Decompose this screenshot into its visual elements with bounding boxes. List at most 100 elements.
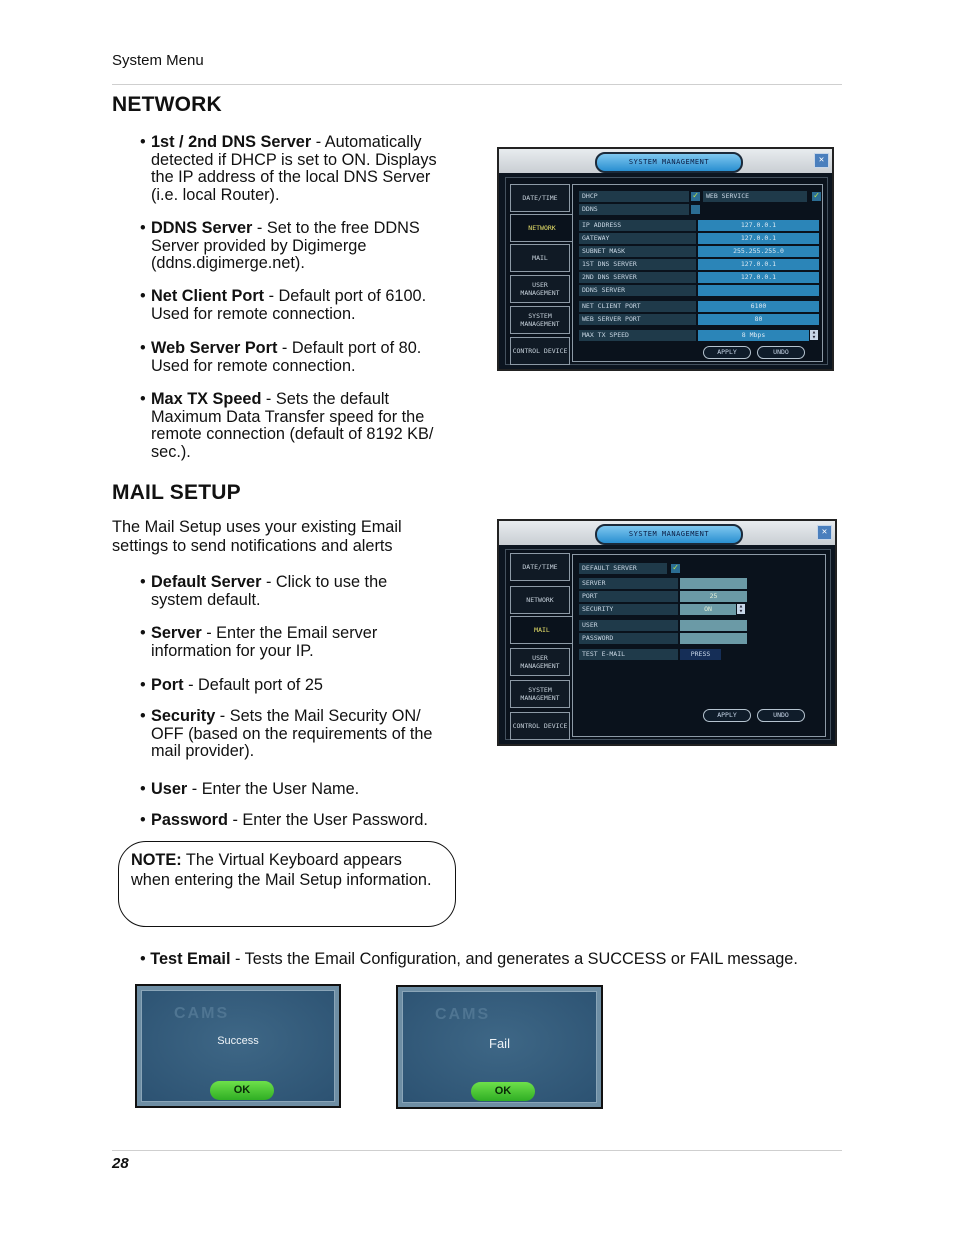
tab-network[interactable]: NETWORK bbox=[510, 214, 573, 242]
field-row: SERVER bbox=[579, 578, 747, 589]
field-row: NET CLIENT PORT 6100 bbox=[579, 301, 819, 312]
ip-address-field[interactable]: 127.0.0.1 bbox=[698, 220, 819, 231]
spinner-icon[interactable]: ▴ ▾ bbox=[737, 603, 745, 615]
net-client-port-field[interactable]: 6100 bbox=[698, 301, 819, 312]
password-field[interactable] bbox=[680, 633, 747, 644]
ddns-label: DDNS bbox=[579, 204, 689, 215]
settings-body: DATE/TIME NETWORK MAIL USER MANAGEMENT S… bbox=[505, 549, 831, 740]
dhcp-checkbox[interactable]: ✓ bbox=[691, 192, 700, 201]
security-field[interactable]: ON bbox=[680, 604, 736, 615]
fail-message: Fail bbox=[489, 1036, 510, 1051]
server-field[interactable] bbox=[680, 578, 747, 589]
popup-background: CAMS Success OK bbox=[141, 990, 335, 1102]
ddns-server-label: DDNS SERVER bbox=[579, 285, 696, 296]
tab-date-time[interactable]: DATE/TIME bbox=[510, 553, 570, 581]
port-field[interactable]: 25 bbox=[680, 591, 747, 602]
web-service-checkbox[interactable]: ✓ bbox=[812, 192, 821, 201]
close-icon[interactable]: ✕ bbox=[814, 153, 829, 168]
subnet-mask-label: SUBNET MASK bbox=[579, 246, 696, 257]
bullet-net-client-port: • Net Client Port - Default port of 6100… bbox=[140, 287, 427, 323]
header-rule bbox=[112, 84, 842, 85]
field-row: 2ND DNS SERVER 127.0.0.1 bbox=[579, 272, 819, 283]
bullet-max-tx-speed: • Max TX Speed - Sets the default Maximum… bbox=[140, 390, 434, 461]
bullet-ddns-server: • DDNS Server - Set to the free DDNS Serv… bbox=[140, 219, 420, 273]
default-server-checkbox[interactable]: ✓ bbox=[671, 564, 680, 573]
tab-mail[interactable]: MAIL bbox=[510, 616, 573, 644]
default-server-label: DEFAULT SERVER bbox=[579, 563, 667, 574]
user-label: USER bbox=[579, 620, 678, 631]
field-row: WEB SERVER PORT 80 bbox=[579, 314, 819, 325]
security-label: SECURITY bbox=[579, 604, 678, 615]
network-content: DHCP ✓ WEB SERVICE ✓ DDNS IP ADDRESS 127… bbox=[572, 184, 823, 362]
apply-button[interactable]: APPLY bbox=[703, 346, 751, 359]
dns2-label: 2ND DNS SERVER bbox=[579, 272, 696, 283]
max-tx-speed-field[interactable]: 8 Mbps bbox=[698, 330, 809, 341]
bullet-server: • Server - Enter the Email server informa… bbox=[140, 624, 378, 660]
subnet-mask-field[interactable]: 255.255.255.0 bbox=[698, 246, 819, 257]
tab-system-management[interactable]: SYSTEM MANAGEMENT bbox=[510, 680, 570, 708]
test-email-press-button[interactable]: PRESS bbox=[680, 649, 721, 660]
tab-mail[interactable]: MAIL bbox=[510, 244, 570, 272]
field-row: USER bbox=[579, 620, 747, 631]
note-box: NOTE: The Virtual Keyboard appears when … bbox=[118, 841, 456, 927]
field-row: MAX TX SPEED 8 Mbps ▴ ▾ bbox=[579, 329, 819, 341]
settings-body: DATE/TIME NETWORK MAIL USER MANAGEMENT S… bbox=[505, 177, 828, 365]
window-title: SYSTEM MANAGEMENT bbox=[595, 152, 743, 173]
field-row: GATEWAY 127.0.0.1 bbox=[579, 233, 819, 244]
brand-watermark: CAMS bbox=[174, 1005, 230, 1022]
field-row: 1ST DNS SERVER 127.0.0.1 bbox=[579, 259, 819, 270]
gateway-label: GATEWAY bbox=[579, 233, 696, 244]
field-row: SECURITY ON ▴ ▾ bbox=[579, 603, 747, 615]
title-bar: SYSTEM MANAGEMENT ✕ bbox=[499, 521, 835, 545]
success-message: Success bbox=[217, 1035, 259, 1047]
password-label: PASSWORD bbox=[579, 633, 678, 644]
web-server-port-label: WEB SERVER PORT bbox=[579, 314, 696, 325]
max-tx-speed-label: MAX TX SPEED bbox=[579, 330, 696, 341]
dns1-field[interactable]: 127.0.0.1 bbox=[698, 259, 819, 270]
ddns-row: DDNS bbox=[579, 204, 819, 215]
mail-settings-screenshot: SYSTEM MANAGEMENT ✕ DATE/TIME NETWORK MA… bbox=[497, 519, 837, 746]
dns2-field[interactable]: 127.0.0.1 bbox=[698, 272, 819, 283]
network-settings-screenshot: SYSTEM MANAGEMENT ✕ DATE/TIME NETWORK MA… bbox=[497, 147, 834, 371]
tab-user-management[interactable]: USER MANAGEMENT bbox=[510, 648, 570, 676]
apply-button[interactable]: APPLY bbox=[703, 709, 751, 722]
bullet-password: • Password - Enter the User Password. bbox=[140, 811, 428, 829]
close-icon[interactable]: ✕ bbox=[817, 525, 832, 540]
web-server-port-field[interactable]: 80 bbox=[698, 314, 819, 325]
tab-control-device[interactable]: CONTROL DEVICE bbox=[510, 712, 570, 740]
page-number: 28 bbox=[112, 1155, 129, 1172]
user-field[interactable] bbox=[680, 620, 747, 631]
tab-system-management[interactable]: SYSTEM MANAGEMENT bbox=[510, 306, 570, 334]
port-label: PORT bbox=[579, 591, 678, 602]
tab-control-device[interactable]: CONTROL DEVICE bbox=[510, 337, 570, 365]
dhcp-row: DHCP ✓ WEB SERVICE ✓ bbox=[579, 191, 821, 202]
field-row: IP ADDRESS 127.0.0.1 bbox=[579, 220, 819, 231]
net-client-port-label: NET CLIENT PORT bbox=[579, 301, 696, 312]
dns1-label: 1ST DNS SERVER bbox=[579, 259, 696, 270]
bullet-web-server-port: • Web Server Port - Default port of 80. U… bbox=[140, 339, 422, 375]
field-row: PASSWORD bbox=[579, 633, 747, 644]
success-popup-screenshot: CAMS Success OK bbox=[135, 984, 341, 1108]
tab-user-management[interactable]: USER MANAGEMENT bbox=[510, 275, 570, 303]
popup-background: CAMS Fail OK bbox=[402, 991, 597, 1103]
brand-watermark: CAMS bbox=[435, 1006, 491, 1023]
undo-button[interactable]: UNDO bbox=[757, 346, 805, 359]
tab-network[interactable]: NETWORK bbox=[510, 586, 570, 614]
ok-button[interactable]: OK bbox=[471, 1082, 535, 1101]
bullet-user: • User - Enter the User Name. bbox=[140, 780, 360, 798]
field-row: SUBNET MASK 255.255.255.0 bbox=[579, 246, 819, 257]
tab-date-time[interactable]: DATE/TIME bbox=[510, 184, 570, 212]
mail-content: DEFAULT SERVER ✓ SERVER PORT 25 SECURITY… bbox=[572, 554, 826, 737]
field-row: PORT 25 bbox=[579, 591, 747, 602]
network-heading: NETWORK bbox=[112, 93, 222, 116]
note-label: NOTE: bbox=[131, 851, 182, 869]
undo-button[interactable]: UNDO bbox=[757, 709, 805, 722]
gateway-field[interactable]: 127.0.0.1 bbox=[698, 233, 819, 244]
ddns-checkbox[interactable] bbox=[691, 205, 700, 214]
footer-rule bbox=[112, 1150, 842, 1151]
ok-button[interactable]: OK bbox=[210, 1081, 274, 1100]
title-bar: SYSTEM MANAGEMENT ✕ bbox=[499, 149, 832, 173]
bullet-port: • Port - Default port of 25 bbox=[140, 676, 323, 694]
spinner-icon[interactable]: ▴ ▾ bbox=[810, 329, 818, 341]
ddns-server-field[interactable] bbox=[698, 285, 819, 296]
